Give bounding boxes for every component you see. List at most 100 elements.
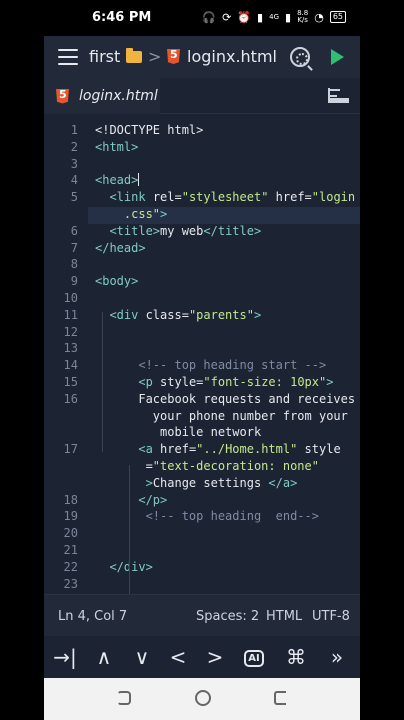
tab-bar: loginx.html: [44, 78, 360, 114]
code-line[interactable]: ="text-decoration: none": [44, 458, 360, 475]
line-number: 6: [70, 223, 78, 238]
line-number: 21: [63, 543, 78, 557]
extra-keys-bar: →| ∧ ∨ < > AI ⌘ »: [44, 636, 360, 678]
code-line[interactable]: 17 <a href="../Home.html" style: [44, 441, 360, 458]
arrow-down-button[interactable]: ∨: [127, 642, 157, 672]
line-number: 22: [63, 559, 78, 574]
line-number: 9: [70, 274, 78, 289]
status-icons: 🎧 ⟳ ⏰ ▮ 4G ▮ 8.8 K/s ◔ 65: [202, 10, 346, 24]
code-line[interactable]: 9 <body>: [44, 273, 360, 290]
command-button[interactable]: ⌘: [281, 642, 311, 672]
line-number: 23: [63, 576, 78, 591]
code-text: <html>: [95, 139, 139, 154]
recents-icon[interactable]: [117, 691, 131, 705]
code-text: <head>: [95, 173, 140, 188]
folder-icon: [126, 47, 143, 63]
line-number: 8: [70, 257, 78, 272]
code-line[interactable]: 6 <title>my web</title>: [44, 223, 360, 240]
home-icon[interactable]: [195, 690, 211, 706]
signal-icon: ▮: [257, 10, 264, 24]
code-line[interactable]: 4 <head>: [44, 172, 360, 189]
code-line[interactable]: 16 Facebook requests and receives: [44, 391, 360, 408]
alarm-icon: ⏰: [237, 10, 252, 24]
language-mode[interactable]: HTML: [266, 609, 302, 624]
line-number: 20: [63, 526, 78, 541]
code-line[interactable]: 18 </p>: [44, 492, 360, 509]
html5-icon: [167, 49, 180, 64]
code-line[interactable]: >Change settings </a>: [44, 475, 360, 492]
code-text: .css">: [95, 207, 168, 221]
code-line[interactable]: 22 </div>: [44, 559, 360, 576]
battery-icon: 65: [329, 11, 346, 23]
indent-setting[interactable]: Spaces: 2: [196, 609, 259, 624]
clock: 6:46 PM: [92, 10, 152, 25]
headphones-icon: 🎧: [202, 10, 217, 24]
arrow-up-button[interactable]: ∧: [89, 642, 119, 672]
code-line[interactable]: 12: [44, 324, 360, 341]
breadcrumb-file[interactable]: loginx.html: [167, 47, 277, 66]
editor-status-bar: Ln 4, Col 7 Spaces: 2 HTML UTF-8: [44, 594, 360, 640]
code-line[interactable]: 15 <p style="font-size: 10px">: [44, 374, 360, 391]
search-icon[interactable]: [290, 47, 310, 67]
code-line[interactable]: 21: [44, 542, 360, 559]
back-icon[interactable]: [274, 691, 286, 705]
tab-key-button[interactable]: →|: [50, 642, 80, 672]
code-text: mobile network: [95, 425, 262, 440]
network-speed: 8.8 K/s: [297, 10, 308, 24]
line-number: 7: [70, 240, 78, 255]
chevron-right-icon: >: [148, 47, 162, 66]
code-line[interactable]: 20: [44, 525, 360, 542]
menu-icon[interactable]: [58, 49, 78, 65]
code-line[interactable]: 23: [44, 576, 360, 593]
html5-icon: [56, 88, 69, 104]
line-number: 16: [63, 391, 78, 406]
line-number: 5: [70, 190, 78, 205]
code-line[interactable]: 2 <html>: [44, 139, 360, 156]
code-line[interactable]: 7 </head>: [44, 240, 360, 257]
breadcrumb-folder[interactable]: first: [89, 47, 143, 66]
file-name: loginx.html: [187, 47, 277, 66]
code-line[interactable]: 13: [44, 340, 360, 357]
folder-name: first: [89, 47, 121, 66]
code-line[interactable]: 14 <!-- top heading start -->: [44, 357, 360, 374]
line-number: 3: [70, 156, 78, 171]
file-encoding[interactable]: UTF-8: [312, 609, 350, 624]
sort-icon[interactable]: [328, 88, 349, 104]
code-line[interactable]: 19 <!-- top heading end-->: [44, 508, 360, 525]
code-line[interactable]: .css">: [44, 206, 360, 223]
code-line[interactable]: your phone number from your: [44, 408, 360, 425]
ai-button[interactable]: AI: [239, 642, 269, 672]
system-navigation-bar: [44, 678, 360, 720]
sync-icon: ⟳: [222, 10, 232, 24]
code-line[interactable]: 3: [44, 156, 360, 173]
line-number: 2: [70, 139, 78, 154]
code-line[interactable]: 8: [44, 256, 360, 273]
code-line[interactable]: 10: [44, 290, 360, 307]
code-line[interactable]: 1 <!DOCTYPE html>: [44, 122, 360, 139]
code-line[interactable]: mobile network: [44, 424, 360, 441]
more-keys-button[interactable]: »: [322, 642, 352, 672]
ai-icon: AI: [244, 650, 264, 667]
cursor-position[interactable]: Ln 4, Col 7: [58, 609, 127, 624]
code-text: <!-- top heading start -->: [138, 358, 327, 373]
code-line[interactable]: 11 <div class="parents">: [44, 307, 360, 324]
system-status-bar: 6:46 PM 🎧 ⟳ ⏰ ▮ 4G ▮ 8.8 K/s ◔ 65: [0, 0, 404, 36]
code-editor[interactable]: 1 <!DOCTYPE html> 2 <html> 3 4 <head> 5 <link r…: [44, 114, 360, 594]
tab-label: loginx.html: [79, 88, 158, 104]
code-text: <body>: [95, 274, 139, 289]
arrow-right-button[interactable]: >: [200, 642, 230, 672]
code-text: </div>: [109, 559, 153, 574]
code-text: Facebook requests and receives: [95, 391, 356, 406]
line-number: 14: [63, 358, 78, 373]
code-text: <p style="font-size: 10px">: [138, 375, 334, 389]
signal-bars-icon: ▮: [285, 10, 292, 24]
code-text: <!DOCTYPE html>: [95, 123, 204, 137]
line-number: 17: [63, 442, 78, 457]
code-text: <title>my web</title>: [109, 223, 262, 238]
line-number: 15: [63, 375, 78, 389]
tab-loginx-html[interactable]: loginx.html: [44, 78, 160, 114]
play-icon[interactable]: [331, 49, 344, 65]
code-line[interactable]: 5 <link rel="stylesheet" href="login: [44, 189, 360, 206]
line-number: 11: [63, 307, 78, 322]
arrow-left-button[interactable]: <: [163, 642, 193, 672]
